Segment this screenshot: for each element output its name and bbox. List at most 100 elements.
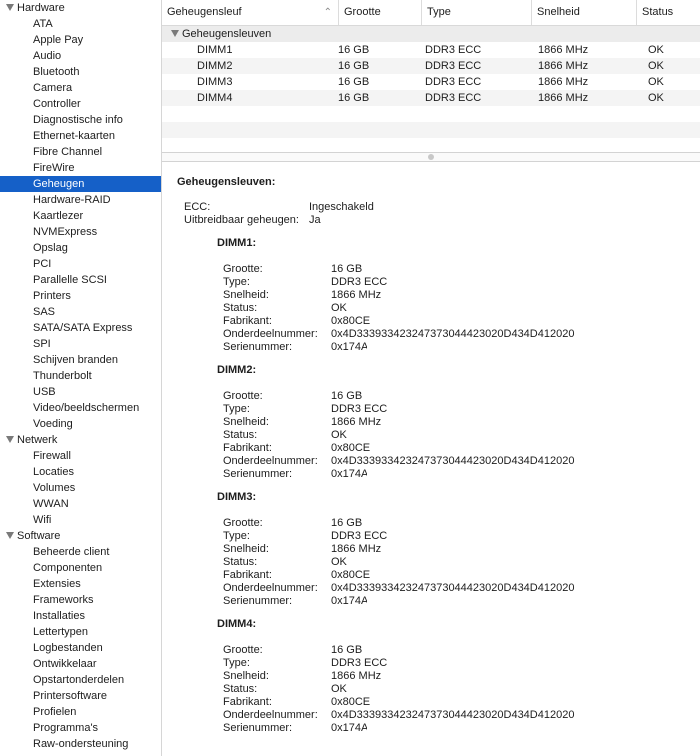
ecc-row: ECC: Ingeschakeld — [177, 201, 700, 214]
sidebar-item[interactable]: Raw-ondersteuning — [0, 736, 161, 752]
sidebar-item[interactable]: SPI — [0, 336, 161, 352]
sidebar-item[interactable]: Locaties — [0, 464, 161, 480]
sidebar-item[interactable]: Wifi — [0, 512, 161, 528]
dimm-field-label: Status: — [223, 429, 258, 441]
sidebar-item[interactable]: Printersoftware — [0, 688, 161, 704]
sidebar-item[interactable]: USB — [0, 384, 161, 400]
cell-status: OK — [648, 44, 664, 56]
sidebar-item[interactable]: Controller — [0, 96, 161, 112]
cell-slot: DIMM3 — [197, 76, 233, 88]
split-handle-icon[interactable] — [428, 154, 434, 160]
split-divider[interactable] — [162, 152, 700, 162]
table-row[interactable]: DIMM2 16 GB DDR3 ECC 1866 MHz OK — [162, 58, 700, 74]
sidebar-item[interactable]: Schijven branden — [0, 352, 161, 368]
ecc-label: ECC: — [184, 201, 211, 213]
disclosure-triangle-icon[interactable] — [171, 29, 179, 37]
dimm-field-value: 16 GB — [331, 517, 363, 529]
sidebar-item[interactable]: Voeding — [0, 416, 161, 432]
sidebar-item[interactable]: SATA/SATA Express — [0, 320, 161, 336]
sidebar-item[interactable]: Thunderbolt — [0, 368, 161, 384]
dimm-field-row: Snelheid: 1866 MHz — [217, 289, 700, 302]
sidebar-item[interactable]: ATA — [0, 16, 161, 32]
cell-size: 16 GB — [338, 60, 370, 72]
table-header: Geheugensleuf ⌃ Grootte Type Snelheid St… — [162, 0, 700, 26]
sidebar-item[interactable]: PCI — [0, 256, 161, 272]
sidebar-item[interactable]: Extensies — [0, 576, 161, 592]
disclosure-triangle-icon[interactable] — [6, 435, 14, 443]
disclosure-triangle-icon[interactable] — [6, 3, 14, 11]
dimm-field-value: 1866 MHz — [331, 670, 382, 682]
dimm-field-row: Grootte: 16 GB — [217, 390, 700, 403]
sidebar-item[interactable]: Opstartonderdelen — [0, 672, 161, 688]
sidebar-item[interactable]: Apple Pay — [0, 32, 161, 48]
dimm-field-value: 0x4D333933423247373044423020D434D412020 — [331, 455, 575, 467]
dimm-field-label: Status: — [223, 302, 258, 314]
sidebar-item[interactable]: Printers — [0, 288, 161, 304]
dimm-field-row: Snelheid: 1866 MHz — [217, 543, 700, 556]
dimm-field-label: Fabrikant: — [223, 696, 272, 708]
sidebar-item[interactable]: Volumes — [0, 480, 161, 496]
dimm-field-row: Status: OK — [217, 683, 700, 696]
dimm-field-label: Serienummer: — [223, 722, 293, 734]
memory-table: Geheugensleuf ⌃ Grootte Type Snelheid St… — [162, 0, 700, 152]
sidebar-item[interactable]: Opslag — [0, 240, 161, 256]
dimm-field-value: 0x4D333933423247373044423020D434D412020 — [331, 582, 575, 594]
sidebar-item[interactable]: WWAN — [0, 496, 161, 512]
cell-size: 16 GB — [338, 92, 370, 104]
sidebar-item[interactable]: SAS — [0, 304, 161, 320]
table-row[interactable]: DIMM4 16 GB DDR3 ECC 1866 MHz OK — [162, 90, 700, 106]
sidebar-item[interactable]: Video/beeldschermen — [0, 400, 161, 416]
column-header-status[interactable]: Status — [637, 0, 700, 25]
dimm-details: DIMM1: Grootte: 16 GB Type: DDR3 ECC Snelheid… — [177, 235, 700, 735]
sidebar-item[interactable]: Componenten — [0, 560, 161, 576]
column-header-type[interactable]: Type — [422, 0, 532, 25]
upgradeable-label: Uitbreidbaar geheugen: — [184, 214, 299, 226]
dimm-field-value: 0x80CE — [331, 442, 371, 454]
cell-type: DDR3 ECC — [425, 76, 482, 88]
sidebar-item[interactable]: Bluetooth — [0, 64, 161, 80]
dimm-field-label: Onderdeelnummer: — [223, 709, 318, 721]
sidebar-group-netwerk[interactable]: Netwerk — [0, 432, 161, 448]
sidebar-item[interactable]: Audio — [0, 48, 161, 64]
sidebar-item[interactable]: NVMExpress — [0, 224, 161, 240]
dimm-section: DIMM3: Grootte: 16 GB Type: DDR3 ECC Snelheid… — [217, 489, 700, 608]
dimm-field-row: Onderdeelnummer: 0x4D33393342324737304442… — [217, 328, 700, 341]
sidebar-group-hardware[interactable]: Hardware — [0, 0, 161, 16]
detail-pane: Geheugensleuven: ECC: Ingeschakeld Uitbr… — [162, 162, 700, 735]
column-header-size[interactable]: Grootte — [339, 0, 422, 25]
dimm-field-label: Onderdeelnummer: — [223, 455, 318, 467]
sidebar-item[interactable]: Beheerde client — [0, 544, 161, 560]
sidebar-item[interactable]: Ontwikkelaar — [0, 656, 161, 672]
disclosure-triangle-icon[interactable] — [6, 531, 14, 539]
sidebar-item[interactable]: Installaties — [0, 608, 161, 624]
sidebar-item[interactable]: Kaartlezer — [0, 208, 161, 224]
sidebar-item[interactable]: Profielen — [0, 704, 161, 720]
dimm-field-row: Serienummer: 0x174A — [217, 595, 700, 608]
sidebar-item[interactable]: Parallelle SCSI — [0, 272, 161, 288]
sidebar-item[interactable]: Camera — [0, 80, 161, 96]
cell-status: OK — [648, 92, 664, 104]
sidebar-group-software[interactable]: Software — [0, 528, 161, 544]
column-header-speed[interactable]: Snelheid — [532, 0, 637, 25]
table-rows: DIMM1 16 GB DDR3 ECC 1866 MHz OK DIMM2 16 GB DD… — [162, 42, 700, 106]
sidebar-item[interactable]: Frameworks — [0, 592, 161, 608]
sidebar-item[interactable]: FireWire — [0, 160, 161, 176]
table-row[interactable]: DIMM3 16 GB DDR3 ECC 1866 MHz OK — [162, 74, 700, 90]
sidebar-item[interactable]: Ethernet-kaarten — [0, 128, 161, 144]
sidebar-item[interactable]: Geheugen — [0, 176, 161, 192]
dimm-field-row: Status: OK — [217, 556, 700, 569]
sidebar-item[interactable]: Lettertypen — [0, 624, 161, 640]
table-group-row[interactable]: Geheugensleuven — [162, 26, 700, 42]
empty-row — [162, 106, 700, 122]
dimm-field-row: Serienummer: 0x174A — [217, 722, 700, 735]
dimm-title: DIMM2: — [217, 364, 257, 376]
sidebar-item[interactable]: Diagnostische info — [0, 112, 161, 128]
column-header-slot[interactable]: Geheugensleuf ⌃ — [162, 0, 339, 25]
sidebar-item[interactable]: Firewall — [0, 448, 161, 464]
sidebar-item[interactable]: Hardware-RAID — [0, 192, 161, 208]
sidebar-item[interactable]: Programma's — [0, 720, 161, 736]
dimm-field-label: Grootte: — [223, 263, 263, 275]
sidebar-item[interactable]: Fibre Channel — [0, 144, 161, 160]
sidebar-item[interactable]: Logbestanden — [0, 640, 161, 656]
table-row[interactable]: DIMM1 16 GB DDR3 ECC 1866 MHz OK — [162, 42, 700, 58]
